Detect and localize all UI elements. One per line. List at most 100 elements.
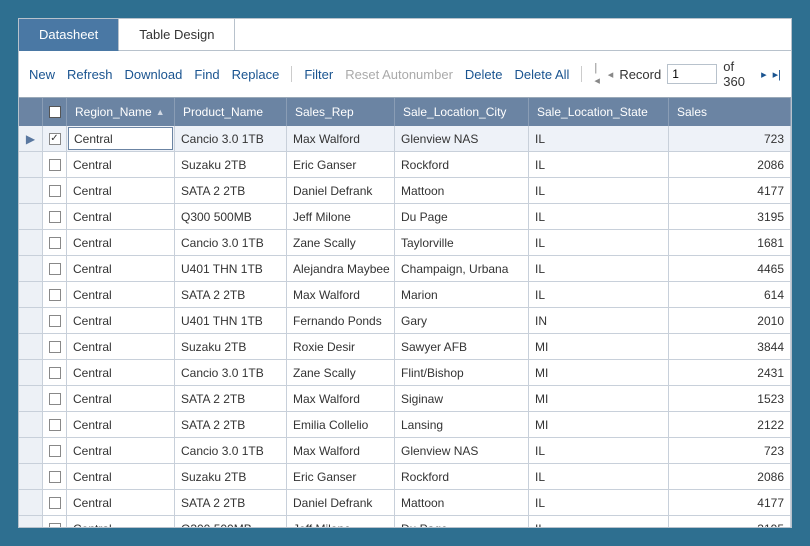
cell-city[interactable]: Du Page [395,204,529,229]
cell-region[interactable]: Central [67,178,175,203]
row-marker[interactable] [19,386,43,411]
cell-product[interactable]: Cancio 3.0 1TB [175,126,287,151]
cell-city[interactable]: Flint/Bishop [395,360,529,385]
tab-table-design[interactable]: Table Design [119,19,235,51]
cell-sales[interactable]: 4465 [669,256,791,281]
row-checkbox-cell[interactable] [43,464,67,489]
select-all-checkbox[interactable] [49,106,61,118]
cell-sales[interactable]: 2010 [669,308,791,333]
cell-product[interactable]: Q300 500MB [175,204,287,229]
cell-state[interactable]: IL [529,204,669,229]
row-checkbox-cell[interactable] [43,334,67,359]
cell-state[interactable]: IL [529,282,669,307]
cell-sales[interactable]: 2086 [669,464,791,489]
cell-sales[interactable]: 4177 [669,178,791,203]
table-row[interactable]: CentralU401 THN 1TBFernando PondsGaryIN2… [19,308,791,334]
row-marker[interactable] [19,152,43,177]
table-row[interactable]: CentralSATA 2 2TBDaniel DefrankMattoonIL… [19,490,791,516]
row-marker[interactable] [19,282,43,307]
row-checkbox[interactable] [49,523,61,528]
row-marker[interactable] [19,334,43,359]
cell-region[interactable]: Central [67,256,175,281]
table-row[interactable]: CentralSATA 2 2TBMax WalfordSiginawMI152… [19,386,791,412]
row-marker[interactable] [19,204,43,229]
row-checkbox-cell[interactable] [43,152,67,177]
row-checkbox[interactable] [49,367,61,379]
row-checkbox[interactable] [49,159,61,171]
cell-region[interactable]: Central [67,334,175,359]
table-row[interactable]: CentralSATA 2 2TBMax WalfordMarionIL614 [19,282,791,308]
cell-rep[interactable]: Eric Ganser [287,464,395,489]
cell-region[interactable]: Central [67,126,175,151]
cell-product[interactable]: SATA 2 2TB [175,412,287,437]
row-checkbox[interactable] [49,185,61,197]
row-marker[interactable] [19,438,43,463]
row-checkbox[interactable]: ✓ [49,133,61,145]
filter-button[interactable]: Filter [304,67,333,82]
cell-city[interactable]: Rockford [395,464,529,489]
row-checkbox[interactable] [49,471,61,483]
cell-rep[interactable]: Max Walford [287,282,395,307]
cell-state[interactable]: IN [529,308,669,333]
first-record-icon[interactable]: |◂ [594,62,601,87]
cell-sales[interactable]: 4177 [669,490,791,515]
cell-region[interactable]: Central [67,412,175,437]
table-row[interactable]: CentralSuzaku 2TBRoxie DesirSawyer AFBMI… [19,334,791,360]
cell-state[interactable]: IL [529,178,669,203]
cell-rep[interactable]: Max Walford [287,126,395,151]
cell-city[interactable]: Du Page [395,516,529,527]
cell-product[interactable]: Cancio 3.0 1TB [175,360,287,385]
replace-button[interactable]: Replace [232,67,280,82]
cell-region[interactable]: Central [67,152,175,177]
grid-body[interactable]: ▶✓CentralCancio 3.0 1TBMax WalfordGlenvi… [19,126,791,527]
row-checkbox[interactable] [49,497,61,509]
row-marker[interactable] [19,230,43,255]
cell-product[interactable]: Cancio 3.0 1TB [175,438,287,463]
cell-rep[interactable]: Zane Scally [287,230,395,255]
row-checkbox[interactable] [49,419,61,431]
cell-region[interactable]: Central [67,438,175,463]
cell-city[interactable]: Glenview NAS [395,126,529,151]
tab-datasheet[interactable]: Datasheet [19,19,119,51]
row-checkbox[interactable] [49,315,61,327]
cell-product[interactable]: SATA 2 2TB [175,178,287,203]
cell-rep[interactable]: Fernando Ponds [287,308,395,333]
table-row[interactable]: CentralSATA 2 2TBEmilia CollelioLansingM… [19,412,791,438]
delete-button[interactable]: Delete [465,67,503,82]
cell-city[interactable]: Siginaw [395,386,529,411]
row-checkbox-cell[interactable] [43,412,67,437]
table-row[interactable]: CentralSuzaku 2TBEric GanserRockfordIL20… [19,464,791,490]
cell-city[interactable]: Taylorville [395,230,529,255]
cell-city[interactable]: Gary [395,308,529,333]
last-record-icon[interactable]: ▸| [773,68,781,81]
cell-state[interactable]: MI [529,334,669,359]
cell-region[interactable]: Central [67,230,175,255]
cell-product[interactable]: Q300 500MB [175,516,287,527]
cell-rep[interactable]: Emilia Collelio [287,412,395,437]
row-marker[interactable]: ▶ [19,126,43,151]
cell-state[interactable]: MI [529,412,669,437]
col-header-product[interactable]: Product_Name [175,98,287,126]
prev-record-icon[interactable]: ◂ [608,68,614,81]
row-checkbox-cell[interactable] [43,490,67,515]
cell-state[interactable]: IL [529,516,669,527]
col-header-rep[interactable]: Sales_Rep [287,98,395,126]
cell-region[interactable]: Central [67,464,175,489]
cell-city[interactable]: Marion [395,282,529,307]
cell-rep[interactable]: Jeff Milone [287,516,395,527]
cell-product[interactable]: U401 THN 1TB [175,256,287,281]
cell-region[interactable]: Central [67,360,175,385]
cell-region[interactable]: Central [67,282,175,307]
col-header-city[interactable]: Sale_Location_City [395,98,529,126]
cell-sales[interactable]: 2086 [669,152,791,177]
cell-region[interactable]: Central [67,308,175,333]
cell-sales[interactable]: 3195 [669,516,791,527]
cell-sales[interactable]: 2122 [669,412,791,437]
cell-rep[interactable]: Alejandra Maybee [287,256,395,281]
cell-city[interactable]: Mattoon [395,490,529,515]
row-checkbox-cell[interactable] [43,438,67,463]
cell-region[interactable]: Central [67,490,175,515]
row-marker[interactable] [19,256,43,281]
cell-region[interactable]: Central [67,516,175,527]
cell-state[interactable]: MI [529,360,669,385]
